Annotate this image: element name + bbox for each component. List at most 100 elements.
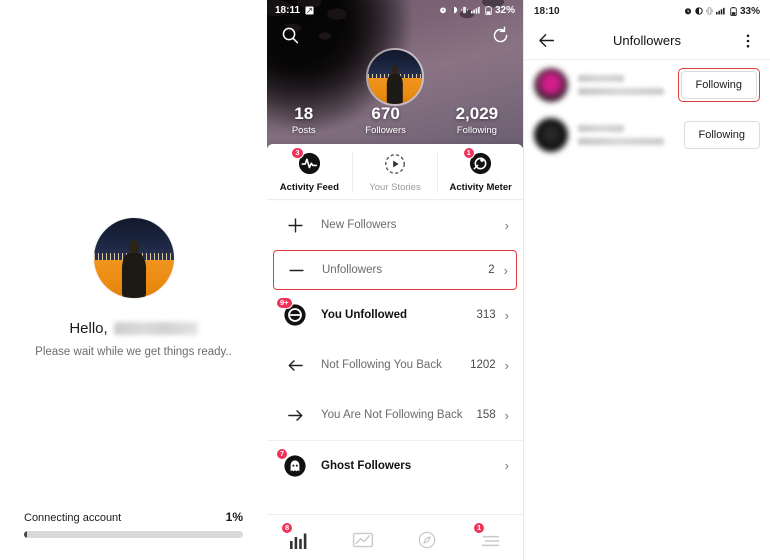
nav-item-graph[interactable] bbox=[331, 515, 395, 560]
tab-activity-feed[interactable]: 3 Activity Feed bbox=[267, 146, 352, 193]
list-item-label: Not Following You Back bbox=[321, 359, 442, 371]
back-arrow-icon[interactable] bbox=[534, 29, 558, 53]
list-item-badge: 7 bbox=[276, 447, 289, 460]
arrow-left-icon bbox=[281, 351, 309, 379]
progress-fill bbox=[24, 531, 27, 538]
stat-value: 2,029 bbox=[455, 104, 499, 124]
unfollowers-list: Following Following bbox=[524, 60, 770, 160]
user-name-masked bbox=[578, 125, 624, 132]
following-button-highlight: Following bbox=[677, 68, 760, 102]
search-icon[interactable] bbox=[279, 24, 301, 46]
list-item-count: 2 bbox=[488, 264, 495, 276]
unfollowers-list-panel: 18:10 33% Unfollowers Following Followin… bbox=[523, 0, 770, 560]
battery-icon bbox=[730, 6, 737, 16]
bottom-navigation: 8 1 bbox=[267, 514, 523, 560]
list-item-label: You Are Not Following Back bbox=[321, 409, 463, 421]
story-play-icon bbox=[382, 151, 408, 177]
list-item-ghost-followers[interactable]: 7 Ghost Followers › bbox=[267, 440, 523, 490]
more-vertical-icon[interactable] bbox=[736, 29, 760, 53]
tab-activity-meter[interactable]: 1 Activity Meter bbox=[437, 146, 523, 193]
status-time: 18:10 bbox=[534, 5, 560, 17]
list-item-new-followers[interactable]: New Followers › bbox=[267, 200, 523, 250]
dnd-icon bbox=[450, 6, 458, 14]
stat-posts[interactable]: 18 Posts bbox=[292, 105, 316, 136]
chevron-right-icon: › bbox=[504, 458, 509, 473]
chevron-right-icon: › bbox=[504, 357, 509, 373]
user-avatar-blurred bbox=[534, 118, 568, 152]
list-item-count: 313 bbox=[476, 309, 496, 321]
profile-avatar[interactable] bbox=[366, 48, 424, 106]
meter-icon: 1 bbox=[462, 146, 494, 177]
stat-following[interactable]: 2,029 Following bbox=[456, 105, 499, 136]
alarm-icon bbox=[439, 6, 447, 14]
profile-hero-header: 18:11 32% 18 Posts 670 Followers 2,029 F… bbox=[267, 0, 523, 148]
loading-screen-panel: Hello, Please wait while we get things r… bbox=[0, 0, 267, 560]
list-item[interactable]: Following bbox=[524, 60, 770, 110]
list-item-unfollowers[interactable]: Unfollowers 2 › bbox=[273, 250, 517, 290]
status-bar: 18:10 33% bbox=[524, 0, 770, 22]
battery-percent: 32% bbox=[494, 4, 515, 16]
user-info bbox=[578, 75, 678, 95]
list-item[interactable]: Following bbox=[524, 110, 770, 160]
feature-tabs: 3 Activity Feed Your Stories 1 Activity … bbox=[267, 144, 523, 200]
loading-content: Hello, Please wait while we get things r… bbox=[0, 218, 267, 358]
compass-icon bbox=[414, 526, 440, 550]
chevron-right-icon: › bbox=[504, 217, 509, 233]
stat-label: Followers bbox=[365, 125, 406, 136]
list-item-count: 158 bbox=[476, 409, 496, 421]
vibrate-icon bbox=[461, 6, 468, 14]
battery-icon bbox=[485, 5, 492, 15]
hero-action-bar bbox=[267, 20, 523, 48]
greeting-row: Hello, bbox=[69, 320, 198, 337]
arrow-right-icon bbox=[281, 401, 309, 429]
status-time: 18:11 bbox=[275, 4, 301, 16]
tab-badge: 3 bbox=[291, 146, 304, 159]
signal-icon bbox=[715, 7, 727, 15]
following-button[interactable]: Following bbox=[680, 71, 757, 99]
nav-badge: 1 bbox=[473, 521, 486, 534]
nav-item-stats[interactable]: 8 bbox=[267, 515, 331, 560]
user-avatar bbox=[93, 218, 174, 298]
vibrate-icon bbox=[706, 7, 713, 15]
user-info bbox=[578, 125, 684, 145]
user-handle-masked bbox=[578, 88, 664, 95]
nav-item-explore[interactable] bbox=[395, 515, 459, 560]
tab-your-stories[interactable]: Your Stories bbox=[351, 150, 438, 193]
progress-bar bbox=[24, 531, 243, 538]
page-title: Unfollowers bbox=[613, 33, 681, 48]
menu-lines-icon: 1 bbox=[473, 521, 504, 550]
list-item-you-are-not-following-back[interactable]: You Are Not Following Back 158 › bbox=[267, 390, 523, 440]
progress-percent: 1% bbox=[225, 510, 243, 524]
chevron-right-icon: › bbox=[504, 407, 509, 423]
feature-list: New Followers › Unfollowers 2 › 9+ You U… bbox=[267, 200, 523, 490]
following-button[interactable]: Following bbox=[683, 121, 760, 149]
list-item-badge: 9+ bbox=[276, 297, 293, 309]
profile-stats: 18 Posts 670 Followers 2,029 Following bbox=[267, 105, 523, 136]
list-item-count: 1202 bbox=[470, 359, 496, 371]
wait-message: Please wait while we get things ready.. bbox=[35, 346, 232, 358]
three-panel-screenshot: Hello, Please wait while we get things r… bbox=[0, 0, 770, 560]
battery-percent: 33% bbox=[739, 5, 760, 17]
list-item-not-following-you-back[interactable]: Not Following You Back 1202 › bbox=[267, 340, 523, 390]
list-item-label: New Followers bbox=[321, 219, 397, 231]
stat-value: 670 bbox=[371, 104, 400, 124]
tab-label: Your Stories bbox=[369, 181, 421, 193]
alarm-icon bbox=[684, 7, 692, 15]
progress-label: Connecting account bbox=[24, 512, 122, 524]
screenshot-icon bbox=[305, 5, 314, 15]
stat-followers[interactable]: 670 Followers bbox=[365, 105, 406, 136]
user-name-masked bbox=[578, 75, 624, 82]
tab-label: Activity Feed bbox=[279, 181, 339, 193]
plus-icon bbox=[281, 211, 309, 239]
list-item-you-unfollowed[interactable]: 9+ You Unfollowed 313 › bbox=[267, 290, 523, 340]
minus-icon bbox=[282, 256, 310, 284]
app-bar: Unfollowers bbox=[524, 22, 770, 60]
list-item-label: Unfollowers bbox=[322, 264, 383, 276]
status-bar: 18:11 32% bbox=[267, 0, 523, 20]
nav-item-menu[interactable]: 1 bbox=[459, 515, 523, 560]
pulse-icon: 3 bbox=[291, 146, 322, 177]
user-avatar-blurred bbox=[534, 68, 568, 102]
refresh-icon[interactable] bbox=[489, 24, 511, 46]
greeting-text: Hello, bbox=[69, 320, 108, 337]
stat-label: Following bbox=[456, 125, 497, 136]
